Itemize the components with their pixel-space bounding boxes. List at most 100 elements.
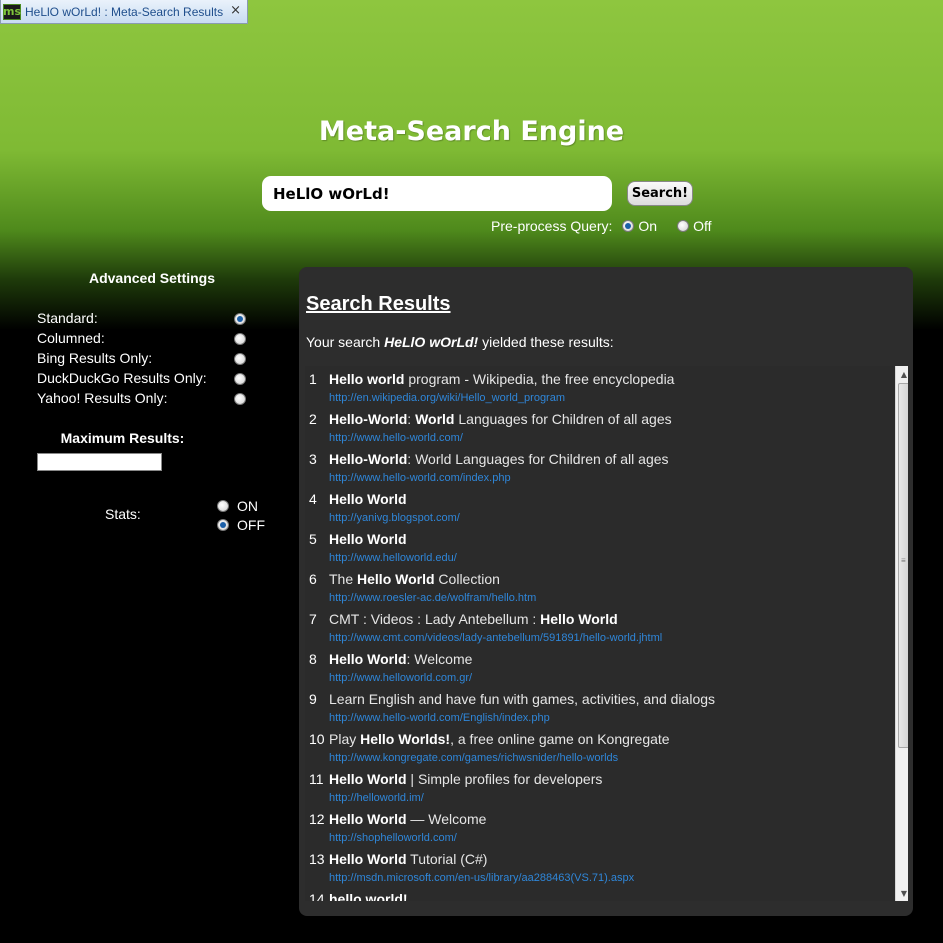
browser-tab-bar: ms HeLlO wOrLd! : Meta-Search Results × — [0, 0, 943, 24]
results-list: 14 hello world! 13 Hello World Tutorial (C#… — [305, 366, 908, 901]
result-item: 10 Play Hello Worlds!, a free online game… — [305, 728, 885, 768]
mode-yahoo: Yahoo! Results Only: — [37, 390, 247, 410]
mode-columned: Columned: — [37, 330, 247, 350]
mode-columned-radio[interactable] — [234, 333, 246, 345]
mode-label: Columned: — [37, 330, 105, 346]
result-number: 3 — [309, 451, 317, 467]
result-title[interactable]: Hello-World: World Languages for Childre… — [329, 411, 672, 427]
results-heading: Search Results — [306, 293, 451, 315]
mode-bing-radio[interactable] — [234, 353, 246, 365]
summary-suffix: yielded these results: — [478, 334, 614, 350]
max-results-title: Maximum Results: — [60, 430, 185, 446]
mode-duckduckgo-radio[interactable] — [234, 373, 246, 385]
result-number: 8 — [309, 651, 317, 667]
summary-query: HeLlO wOrLd! — [384, 334, 479, 350]
result-url-link[interactable]: http://yanivg.blogspot.com/ — [329, 512, 460, 524]
result-title[interactable]: Hello World — Welcome — [329, 811, 486, 827]
max-results-input[interactable] — [37, 453, 162, 471]
result-item: 14 hello world! — [305, 888, 885, 901]
result-title[interactable]: The Hello World Collection — [329, 571, 500, 587]
result-number: 10 — [309, 731, 325, 747]
preprocess-query: Pre-process Query: On Off — [491, 218, 711, 234]
favicon-icon: ms — [3, 3, 22, 20]
preprocess-on-radio[interactable] — [622, 220, 635, 232]
result-url-link[interactable]: http://www.roesler-ac.de/wolfram/hello.h… — [329, 592, 536, 604]
result-title[interactable]: hello world! — [329, 891, 408, 901]
result-number: 5 — [309, 531, 317, 547]
mode-standard: Standard: — [37, 310, 247, 330]
result-title[interactable]: Hello World Tutorial (C#) — [329, 851, 487, 867]
search-button[interactable]: Search! — [627, 181, 693, 206]
mode-duckduckgo: DuckDuckGo Results Only: — [37, 370, 247, 390]
browser-tab[interactable]: ms HeLlO wOrLd! : Meta-Search Results × — [0, 0, 248, 24]
result-title[interactable]: Hello world program - Wikipedia, the fre… — [329, 371, 674, 387]
scroll-down-arrow-icon[interactable]: ▼ — [896, 885, 908, 901]
preprocess-on-label: On — [638, 218, 658, 234]
result-number: 4 — [309, 491, 317, 507]
result-url-link[interactable]: http://shophelloworld.com/ — [329, 832, 457, 844]
results-panel: Search Results Your search HeLlO wOrLd! … — [299, 267, 913, 916]
mode-yahoo-radio[interactable] — [234, 393, 246, 405]
close-icon[interactable]: × — [230, 3, 241, 18]
result-title[interactable]: Hello World — [329, 491, 407, 507]
mode-label: Yahoo! Results Only: — [37, 390, 168, 406]
scroll-thumb[interactable]: ≡ — [898, 383, 908, 748]
stats-on-label: ON — [237, 498, 258, 514]
results-summary: Your search HeLlO wOrLd! yielded these r… — [306, 334, 614, 350]
result-title[interactable]: Hello World | Simple profiles for develo… — [329, 771, 602, 787]
result-number: 7 — [309, 611, 317, 627]
result-url-link[interactable]: http://msdn.microsoft.com/en-us/library/… — [329, 872, 634, 884]
result-url-link[interactable]: http://www.helloworld.com.gr/ — [329, 672, 472, 684]
result-item: 7 CMT : Videos : Lady Antebellum : Hello … — [305, 608, 885, 648]
result-number: 1 — [309, 371, 317, 387]
result-item: 5 Hello World http://www.helloworld.edu/ — [305, 528, 885, 568]
result-item: 2 Hello-World: World Languages for Childr… — [305, 408, 885, 448]
result-url-link[interactable]: http://www.kongregate.com/games/richwsni… — [329, 752, 618, 764]
mode-label: Standard: — [37, 310, 98, 326]
preprocess-off-label: Off — [693, 218, 712, 234]
result-number: 11 — [309, 771, 324, 787]
mode-bing: Bing Results Only: — [37, 350, 247, 370]
summary-prefix: Your search — [306, 334, 385, 350]
stats-label: Stats: — [105, 506, 141, 522]
result-number: 2 — [309, 411, 317, 427]
result-title[interactable]: Play Hello Worlds!, a free online game o… — [329, 731, 670, 747]
result-url-link[interactable]: http://www.cmt.com/videos/lady-antebellu… — [329, 632, 662, 644]
mode-label: DuckDuckGo Results Only: — [37, 370, 207, 386]
result-title[interactable]: Hello World — [329, 531, 407, 547]
stats-off-radio[interactable] — [217, 519, 229, 531]
tab-title: HeLlO wOrLd! : Meta-Search Results — [25, 4, 224, 19]
result-url-link[interactable]: http://www.hello-world.com/ — [329, 432, 463, 444]
stats-off-label: OFF — [237, 517, 265, 533]
stats-on-row: ON — [217, 498, 258, 514]
mode-label: Bing Results Only: — [37, 350, 153, 366]
result-number: 6 — [309, 571, 317, 587]
stats-off-row: OFF — [217, 517, 265, 533]
result-url-link[interactable]: http://helloworld.im/ — [329, 792, 424, 804]
result-item: 9 Learn English and have fun with games, … — [305, 688, 885, 728]
result-item: 1 Hello world program - Wikipedia, the fr… — [305, 368, 885, 408]
result-number: 14 — [309, 891, 325, 901]
search-input[interactable] — [262, 176, 612, 211]
result-item: 6 The Hello World Collection http://www.ro… — [305, 568, 885, 608]
result-number: 13 — [309, 851, 325, 867]
preprocess-label: Pre-process Query: — [491, 218, 613, 234]
scroll-up-arrow-icon[interactable]: ▲ — [896, 366, 908, 382]
result-number: 12 — [309, 811, 325, 827]
result-url-link[interactable]: http://www.helloworld.edu/ — [329, 552, 457, 564]
result-title[interactable]: Hello-World: World Languages for Childre… — [329, 451, 669, 467]
result-item: 8 Hello World: Welcome http://www.hellowor… — [305, 648, 885, 688]
preprocess-off-radio[interactable] — [677, 220, 690, 232]
result-url-link[interactable]: http://en.wikipedia.org/wiki/Hello_world… — [329, 392, 565, 404]
mode-standard-radio[interactable] — [234, 313, 246, 325]
result-url-link[interactable]: http://www.hello-world.com/English/index… — [329, 712, 550, 724]
result-title[interactable]: Hello World: Welcome — [329, 651, 472, 667]
results-scrollbar[interactable]: ▲ ≡ ▼ — [895, 366, 908, 901]
result-url-link[interactable]: http://www.hello-world.com/index.php — [329, 472, 511, 484]
result-title[interactable]: Learn English and have fun with games, a… — [329, 691, 715, 707]
result-item: 13 Hello World Tutorial (C#) http://msdn.m… — [305, 848, 885, 888]
advanced-settings-title: Advanced Settings — [88, 270, 216, 286]
result-item: 4 Hello World http://yanivg.blogspot.com/ — [305, 488, 885, 528]
result-title[interactable]: CMT : Videos : Lady Antebellum : Hello W… — [329, 611, 618, 627]
stats-on-radio[interactable] — [217, 500, 229, 512]
